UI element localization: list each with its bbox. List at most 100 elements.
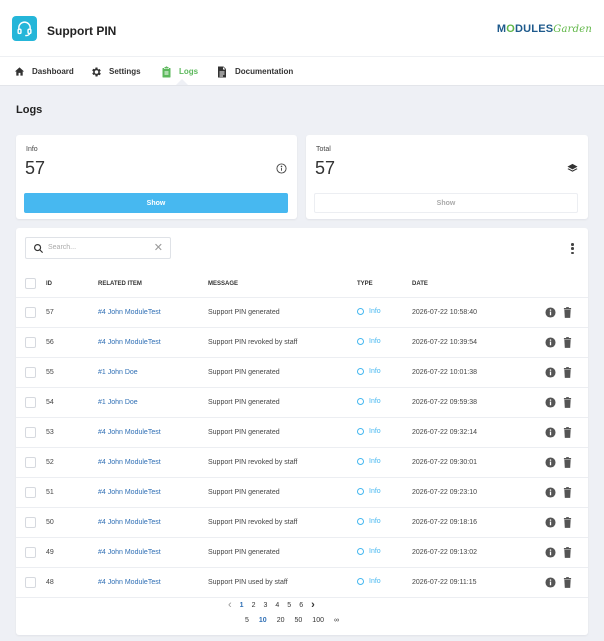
info-icon[interactable] [545, 517, 556, 528]
info-icon[interactable] [545, 337, 556, 348]
row-checkbox[interactable] [25, 337, 36, 348]
page-1-button[interactable]: 1 [236, 602, 248, 609]
trash-icon[interactable] [563, 367, 572, 378]
search-input[interactable]: Search... ✕ [25, 237, 171, 259]
row-related-item-link[interactable]: #4 John ModuleTest [98, 339, 161, 346]
page-5-button[interactable]: 5 [283, 602, 295, 609]
row-related-item-link[interactable]: #4 John ModuleTest [98, 489, 161, 496]
row-related-item-link[interactable]: #4 John ModuleTest [98, 459, 161, 466]
trash-icon[interactable] [563, 397, 572, 408]
row-type-label: Info [369, 338, 381, 345]
circle-icon [357, 398, 364, 405]
row-related-item-link[interactable]: #4 John ModuleTest [98, 429, 161, 436]
row-type: Info [357, 518, 381, 525]
total-show-button[interactable]: Show [314, 193, 578, 213]
row-date: 2026-07-22 10:01:38 [412, 369, 477, 376]
table-row: 53 #4 John ModuleTest Support PIN generate… [16, 418, 588, 448]
circle-icon [357, 578, 364, 585]
page-size-option[interactable]: 10 [254, 617, 272, 624]
nav-logs-label: Logs [179, 67, 199, 76]
trash-icon[interactable] [563, 577, 572, 588]
row-type: Info [357, 368, 381, 375]
table-row: 48 #4 John ModuleTest Support PIN used by … [16, 568, 588, 598]
page-size-option[interactable]: ∞ [329, 617, 344, 624]
row-type-label: Info [369, 518, 381, 525]
row-id: 57 [46, 309, 54, 316]
search-placeholder: Search... [48, 244, 77, 251]
page-3-button[interactable]: 3 [259, 602, 271, 609]
info-icon[interactable] [545, 367, 556, 378]
trash-icon[interactable] [563, 547, 572, 558]
row-checkbox[interactable] [25, 427, 36, 438]
row-message: Support PIN generated [208, 429, 280, 436]
page-2-button[interactable]: 2 [248, 602, 260, 609]
row-date: 2026-07-22 09:11:15 [412, 579, 477, 586]
row-date: 2026-07-22 09:13:02 [412, 549, 477, 556]
row-checkbox[interactable] [25, 547, 36, 558]
active-tab-caret [176, 79, 188, 85]
row-message: Support PIN revoked by staff [208, 519, 298, 526]
info-icon[interactable] [545, 397, 556, 408]
row-checkbox[interactable] [25, 367, 36, 378]
nav-settings[interactable]: Settings [90, 57, 141, 86]
page-size-option[interactable]: 5 [240, 617, 254, 624]
row-type: Info [357, 548, 381, 555]
next-page-button[interactable]: › [307, 599, 319, 611]
close-icon[interactable]: ✕ [154, 241, 163, 254]
row-checkbox[interactable] [25, 487, 36, 498]
trash-icon[interactable] [563, 517, 572, 528]
row-related-item-link[interactable]: #4 John ModuleTest [98, 579, 161, 586]
info-show-button[interactable]: Show [24, 193, 288, 213]
row-related-item-link[interactable]: #4 John ModuleTest [98, 549, 161, 556]
row-related-item-link[interactable]: #1 John Doe [98, 369, 138, 376]
info-icon[interactable] [545, 577, 556, 588]
info-icon[interactable] [545, 457, 556, 468]
row-checkbox[interactable] [25, 307, 36, 318]
layers-icon [567, 163, 578, 172]
nav-dashboard[interactable]: Dashboard [13, 57, 74, 86]
col-id: ID [46, 281, 52, 287]
row-message: Support PIN revoked by staff [208, 339, 298, 346]
total-card: Total 57 Show [306, 135, 588, 219]
nav-dashboard-label: Dashboard [32, 67, 74, 76]
row-checkbox[interactable] [25, 517, 36, 528]
trash-icon[interactable] [563, 487, 572, 498]
top-header: Support PIN MODULESGarden Dashboard Sett… [0, 0, 604, 86]
page-6-button[interactable]: 6 [295, 602, 307, 609]
row-related-item-link[interactable]: #4 John ModuleTest [98, 519, 161, 526]
info-icon[interactable] [545, 307, 556, 318]
trash-icon[interactable] [563, 457, 572, 468]
more-options-icon[interactable] [571, 243, 574, 254]
circle-icon [357, 428, 364, 435]
trash-icon[interactable] [563, 337, 572, 348]
info-circle-icon [276, 163, 287, 174]
row-checkbox[interactable] [25, 397, 36, 408]
row-message: Support PIN generated [208, 369, 280, 376]
row-message: Support PIN generated [208, 309, 280, 316]
info-icon[interactable] [545, 547, 556, 558]
app-logo [12, 16, 37, 41]
table-row: 50 #4 John ModuleTest Support PIN revoked … [16, 508, 588, 538]
pagination: ‹ 123456 › [224, 599, 319, 611]
row-related-item-link[interactable]: #1 John Doe [98, 399, 138, 406]
nav-documentation[interactable]: Documentation [216, 57, 293, 86]
trash-icon[interactable] [563, 307, 572, 318]
row-id: 55 [46, 369, 54, 376]
row-related-item-link[interactable]: #4 John ModuleTest [98, 309, 161, 316]
info-icon[interactable] [545, 427, 556, 438]
circle-icon [357, 308, 364, 315]
row-checkbox[interactable] [25, 577, 36, 588]
prev-page-button[interactable]: ‹ [224, 599, 236, 611]
info-icon[interactable] [545, 487, 556, 498]
row-checkbox[interactable] [25, 457, 36, 468]
table-row: 54 #1 John Doe Support PIN generated Info 20… [16, 388, 588, 418]
select-all-checkbox[interactable] [25, 278, 36, 289]
page-size-option[interactable]: 50 [290, 617, 308, 624]
trash-icon[interactable] [563, 427, 572, 438]
page-size-option[interactable]: 20 [272, 617, 290, 624]
page-4-button[interactable]: 4 [271, 602, 283, 609]
row-type-label: Info [369, 488, 381, 495]
page-size-option[interactable]: 100 [307, 617, 329, 624]
row-id: 54 [46, 399, 54, 406]
row-type: Info [357, 488, 381, 495]
